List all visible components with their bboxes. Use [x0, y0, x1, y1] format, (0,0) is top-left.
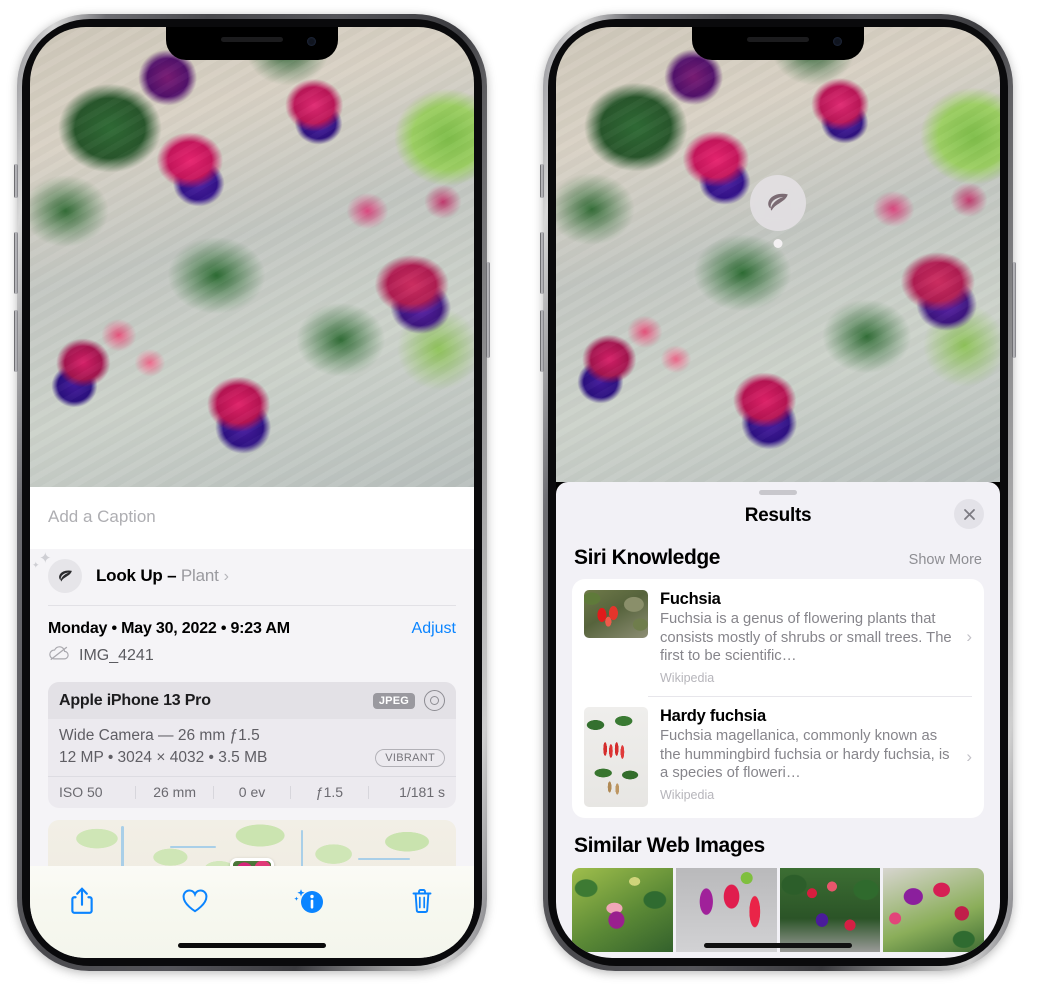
info-button[interactable]	[287, 884, 331, 918]
silent-switch[interactable]	[14, 164, 18, 198]
similar-web-images-title: Similar Web Images	[574, 833, 765, 857]
silent-switch[interactable]	[540, 164, 544, 198]
photographic-style-badge: VIBRANT	[375, 749, 445, 767]
power-button[interactable]	[1012, 262, 1016, 358]
photo-info-sheet: Add a Caption ✦ ✦ Look Up – Plant › Monda…	[30, 487, 474, 958]
results-header: Results	[556, 495, 1000, 540]
delete-button[interactable]	[400, 884, 444, 918]
result-description: Fuchsia magellanica, commonly known as t…	[660, 727, 950, 782]
home-indicator[interactable]	[178, 943, 326, 948]
volume-up-button[interactable]	[540, 232, 544, 294]
photo-metadata: Monday • May 30, 2022 • 9:23 AM Adjust I…	[30, 606, 474, 672]
similar-image-thumbnail[interactable]	[779, 867, 881, 952]
exif-shutter-speed: 1/181 s	[399, 784, 446, 800]
siri-knowledge-header: Siri Knowledge Show More	[556, 540, 1000, 579]
chevron-right-icon: ›	[966, 627, 972, 647]
phone-left-screen: Add a Caption ✦ ✦ Look Up – Plant › Monda…	[30, 27, 474, 958]
notch	[166, 27, 338, 60]
results-title: Results	[744, 505, 812, 526]
show-more-button[interactable]: Show More	[909, 552, 982, 568]
earpiece-speaker	[747, 37, 809, 42]
look-up-row[interactable]: ✦ ✦ Look Up – Plant ›	[30, 549, 474, 605]
volume-up-button[interactable]	[14, 232, 18, 294]
format-badge: JPEG	[372, 692, 415, 709]
caption-input[interactable]: Add a Caption	[30, 487, 474, 549]
similar-image-thumbnail[interactable]	[572, 867, 673, 952]
list-item[interactable]: Hardy fuchsia Fuchsia magellanica, commo…	[572, 695, 984, 818]
camera-device-name: Apple iPhone 13 Pro	[59, 691, 211, 709]
results-sheet: Results Siri Knowledge Show More Fuchsia…	[556, 482, 1000, 958]
sparkle-icon: ✦	[39, 550, 52, 567]
similar-web-images-header: Similar Web Images	[556, 818, 1000, 866]
result-title: Hardy fuchsia	[660, 706, 766, 725]
look-up-subject: Plant	[180, 566, 219, 585]
raw-aperture-icon	[424, 690, 445, 711]
home-indicator[interactable]	[704, 943, 852, 948]
list-item[interactable]: Fuchsia Fuchsia is a genus of flowering …	[572, 579, 984, 696]
volume-down-button[interactable]	[540, 310, 544, 372]
exif-focal-length: 26 mm	[153, 784, 196, 800]
close-button[interactable]	[954, 499, 984, 529]
earpiece-speaker	[221, 37, 283, 42]
volume-down-button[interactable]	[14, 310, 18, 372]
siri-knowledge-card: Fuchsia Fuchsia is a genus of flowering …	[572, 579, 984, 818]
adjust-button[interactable]: Adjust	[412, 620, 456, 638]
sparkle-small-icon: ✦	[32, 560, 40, 570]
camera-card-body: Wide Camera — 26 mm ƒ1.5 12 MP • 3024 × …	[48, 719, 456, 776]
visual-lookup-pin[interactable]	[750, 175, 806, 248]
exif-aperture: ƒ1.5	[315, 784, 344, 800]
look-up-title: Look Up –	[96, 566, 181, 585]
result-source: Wikipedia	[660, 787, 715, 802]
notch	[692, 27, 864, 60]
exif-exposure-value: 0 ev	[238, 784, 266, 800]
camera-size-line: 12 MP • 3024 × 4032 • 3.5 MB	[59, 749, 268, 766]
leaf-icon: ✦ ✦	[32, 551, 82, 593]
camera-lens-line: Wide Camera — 26 mm ƒ1.5	[59, 727, 260, 744]
pin-dot-icon	[773, 239, 783, 248]
similar-image-thumbnail[interactable]	[675, 867, 777, 952]
result-title: Fuchsia	[660, 590, 721, 608]
camera-card-header: Apple iPhone 13 Pro JPEG	[48, 682, 456, 719]
photo-viewer[interactable]	[556, 27, 1000, 482]
share-button[interactable]	[60, 884, 104, 918]
camera-info-card: Apple iPhone 13 Pro JPEG Wide Camera — 2…	[48, 682, 456, 808]
favorite-button[interactable]	[173, 884, 217, 918]
photo-viewer[interactable]	[30, 27, 474, 487]
exif-iso: ISO 50	[59, 784, 103, 800]
chevron-right-icon: ›	[223, 568, 229, 585]
siri-knowledge-title: Siri Knowledge	[574, 546, 721, 569]
exif-row: ISO 50 26 mm 0 ev ƒ1.5 1/181 s	[48, 776, 456, 808]
similar-image-thumbnail[interactable]	[883, 867, 984, 952]
photo-date: Monday • May 30, 2022 • 9:23 AM	[48, 620, 290, 637]
power-button[interactable]	[486, 262, 490, 358]
chevron-right-icon: ›	[966, 746, 972, 766]
result-thumbnail	[584, 706, 648, 807]
result-description: Fuchsia is a genus of flowering plants t…	[660, 611, 952, 665]
result-thumbnail	[584, 590, 648, 638]
similar-web-images-strip	[556, 867, 1000, 952]
icloud-slash-icon	[48, 645, 70, 666]
phone-left: Add a Caption ✦ ✦ Look Up – Plant › Monda…	[14, 14, 490, 971]
result-source: Wikipedia	[660, 670, 715, 685]
front-camera-icon	[307, 37, 316, 46]
look-up-label: Look Up – Plant ›	[96, 566, 229, 586]
front-camera-icon	[833, 37, 842, 46]
phone-right-screen: Results Siri Knowledge Show More Fuchsia…	[556, 27, 1000, 958]
photo-filename: IMG_4241	[79, 646, 154, 664]
phone-right: Results Siri Knowledge Show More Fuchsia…	[540, 14, 1016, 971]
